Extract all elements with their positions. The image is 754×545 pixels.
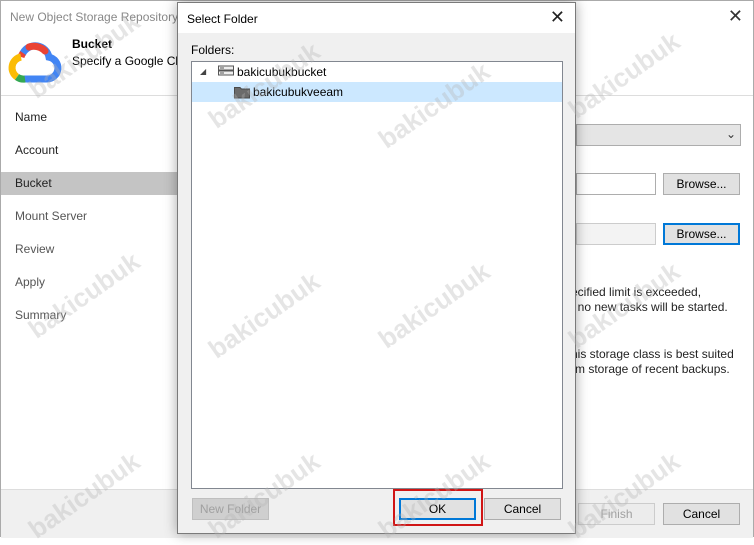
nav-step-summary[interactable]: Summary — [1, 304, 179, 327]
nav-step-review[interactable]: Review — [1, 238, 179, 261]
select-folder-dialog: Select Folder ✕ Folders: ◢ bakicubukbuck… — [177, 2, 576, 534]
close-icon[interactable]: ✕ — [550, 7, 565, 28]
folder-tree[interactable]: ◢ bakicubukbucket bakicubukveeam — [191, 61, 563, 489]
close-icon[interactable]: ✕ — [728, 6, 743, 27]
dialog-cancel-button[interactable]: Cancel — [484, 498, 561, 520]
region-combobox[interactable]: ⌄ — [576, 124, 741, 146]
limit-text-line2: t no new tasks will be started. — [571, 300, 728, 314]
header-subtitle: Specify a Google Clo — [72, 54, 182, 68]
bucket-icon — [218, 65, 234, 76]
tree-node-label: bakicubukveeam — [253, 85, 344, 99]
header-title: Bucket — [72, 37, 113, 51]
dialog-titlebar: Select Folder ✕ — [178, 3, 575, 33]
storage-class-text-line2: rm storage of recent backups. — [571, 362, 730, 376]
bucket-field[interactable] — [576, 173, 656, 195]
nav-step-name[interactable]: Name — [1, 106, 179, 129]
finish-button[interactable]: Finish — [578, 503, 655, 525]
wizard-cancel-button[interactable]: Cancel — [663, 503, 740, 525]
dialog-title: Select Folder — [187, 12, 258, 26]
nav-step-mount-server[interactable]: Mount Server — [1, 205, 179, 228]
folder-field[interactable] — [576, 223, 656, 245]
nav-step-bucket[interactable]: Bucket — [1, 172, 179, 195]
folder-icon — [234, 87, 250, 99]
tree-node-child[interactable]: bakicubukveeam — [192, 82, 562, 102]
ok-highlight-box — [393, 489, 483, 526]
nav-step-apply[interactable]: Apply — [1, 271, 179, 294]
expand-arrow-icon[interactable]: ◢ — [200, 62, 206, 82]
new-folder-button[interactable]: New Folder — [192, 498, 269, 520]
chevron-down-icon: ⌄ — [725, 127, 736, 141]
wizard-title: New Object Storage Repository — [10, 10, 179, 24]
limit-text-line1: ecified limit is exceeded, — [571, 285, 702, 299]
wizard-steps-sidebar: Name Account Bucket Mount Server Review … — [1, 96, 179, 489]
browse-bucket-button[interactable]: Browse... — [663, 173, 740, 195]
nav-step-account[interactable]: Account — [1, 139, 179, 162]
browse-folder-button[interactable]: Browse... — [663, 223, 740, 245]
folders-label: Folders: — [191, 43, 235, 57]
google-cloud-logo-icon — [8, 42, 62, 83]
storage-class-text-line1: his storage class is best suited — [571, 347, 734, 361]
tree-node-label: bakicubukbucket — [237, 65, 327, 79]
tree-node-root[interactable]: ◢ bakicubukbucket — [192, 62, 562, 82]
